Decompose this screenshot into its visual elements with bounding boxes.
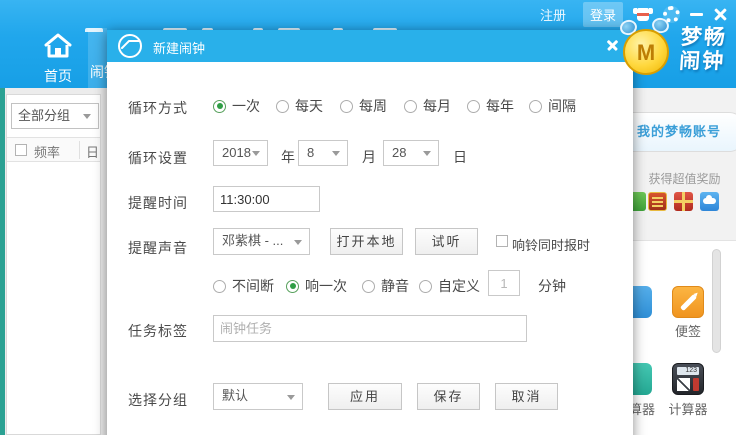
register-button[interactable]: 注册 [533, 2, 573, 27]
radio-dot [467, 100, 480, 113]
month-unit: 月 [362, 147, 376, 167]
radio-once[interactable]: 一次 [213, 96, 260, 116]
radio-monthly[interactable]: 每月 [404, 96, 451, 116]
logo-line1: 梦畅 [680, 26, 728, 50]
alarm-clock-icon [117, 33, 143, 59]
radio-dot [213, 100, 226, 113]
radio-dot [529, 100, 542, 113]
radio-dot [286, 280, 299, 293]
sound-dropdown[interactable]: 邓紫棋 - ... [213, 228, 310, 255]
right-sidebar: 我的梦畅账号 获得超值奖励 便签 123 计算器 算器 [633, 88, 736, 435]
cloud-qt-icon[interactable] [700, 192, 719, 211]
window-left-border [0, 88, 5, 435]
minutes-unit: 分钟 [538, 276, 566, 296]
day-unit: 日 [453, 147, 467, 167]
group-filter-dropdown[interactable]: 全部分组 [11, 103, 99, 129]
day-dropdown[interactable]: 28 [383, 140, 439, 166]
radio-dot [362, 280, 375, 293]
chime-checkbox[interactable] [496, 235, 508, 247]
logo-line2: 闹钟 [678, 50, 726, 74]
group-dropdown[interactable]: 默认 [213, 383, 303, 410]
group-filter-value: 全部分组 [18, 108, 70, 123]
repeat-mode-label: 循环方式 [128, 98, 188, 118]
tab-alarm-label: 闹钟 [90, 62, 107, 82]
calculator-keys [677, 378, 690, 391]
radio-daily[interactable]: 每天 [276, 96, 323, 116]
radio-ring-once[interactable]: 响一次 [286, 276, 347, 296]
dialog-title: 新建闹钟 [153, 38, 205, 57]
alarm-mascot-icon: M [618, 18, 674, 78]
calculator-display: 123 [677, 367, 699, 375]
mascot-face: M [623, 29, 669, 75]
select-all-checkbox[interactable] [15, 144, 27, 156]
radio-dot [340, 100, 353, 113]
list-header-row: 频率 日 [7, 137, 100, 162]
scrollbar-thumb[interactable] [712, 249, 721, 353]
tools-card: 便签 123 计算器 算器 [633, 240, 736, 435]
logo-text: 梦畅 闹钟 [678, 26, 727, 74]
new-alarm-dialog: 新建闹钟 循环方式 一次 每天 每周 每月 每年 [107, 30, 633, 435]
custom-minutes-input[interactable] [488, 270, 520, 296]
app-window: 注册 登录 首页 闹钟 全部分组 频率 [0, 0, 736, 435]
select-group-label: 选择分组 [128, 390, 188, 410]
chevron-down-icon [287, 395, 295, 400]
preview-button[interactable]: 试听 [415, 228, 478, 255]
column-date: 日 [86, 142, 99, 161]
column-frequency: 频率 [34, 142, 60, 161]
chevron-down-icon [294, 240, 302, 245]
radio-dot [419, 280, 432, 293]
column-divider [79, 141, 80, 159]
alarm-list-panel: 全部分组 频率 日 [6, 94, 101, 435]
year-dropdown[interactable]: 2018 [213, 140, 268, 166]
calculator-icon[interactable]: 123 [672, 363, 704, 395]
home-icon [43, 32, 73, 58]
pencil-icon [680, 294, 697, 311]
chevron-down-icon [332, 151, 340, 156]
remind-sound-label: 提醒声音 [128, 238, 188, 258]
tab-home-label: 首页 [28, 66, 88, 86]
dialog-header: 新建闹钟 [107, 30, 633, 62]
remind-time-input[interactable] [213, 186, 320, 212]
cancel-button[interactable]: 取消 [495, 383, 558, 410]
chevron-down-icon [423, 151, 431, 156]
month-dropdown[interactable]: 8 [298, 140, 348, 166]
radio-custom[interactable]: 自定义 [419, 276, 480, 296]
tab-alarm-partial[interactable]: 闹钟 [88, 28, 107, 88]
radio-dot [276, 100, 289, 113]
tab-home[interactable]: 首页 [28, 32, 88, 84]
minimize-button[interactable] [690, 13, 703, 16]
radio-weekly[interactable]: 每周 [340, 96, 387, 116]
notes-icon[interactable] [672, 286, 704, 318]
radio-interval[interactable]: 间隔 [529, 96, 576, 116]
year-unit: 年 [281, 147, 295, 167]
save-button[interactable]: 保存 [417, 383, 480, 410]
notes-label: 便签 [658, 321, 718, 340]
remind-time-label: 提醒时间 [128, 193, 188, 213]
radio-yearly[interactable]: 每年 [467, 96, 514, 116]
reward-text: 获得超值奖励 [633, 170, 736, 187]
radio-dot [404, 100, 417, 113]
task-name-input[interactable] [213, 315, 527, 342]
open-local-button[interactable]: 打开本地 [330, 228, 403, 255]
radio-dot [213, 280, 226, 293]
chime-label: 响铃同时报时 [512, 235, 590, 254]
task-label: 任务标签 [128, 321, 188, 341]
calculator-red-key [693, 378, 699, 391]
radio-mute[interactable]: 静音 [362, 276, 409, 296]
calculator-label: 计算器 [658, 399, 718, 418]
login-button[interactable]: 登录 [583, 2, 623, 27]
repeat-setting-label: 循环设置 [128, 148, 188, 168]
radio-continuous[interactable]: 不间断 [213, 276, 274, 296]
gift-icon[interactable] [674, 192, 693, 211]
app-logo: M 梦畅 闹钟 [618, 18, 726, 78]
apply-button[interactable]: 应用 [328, 383, 402, 410]
chevron-down-icon [252, 151, 260, 156]
lottery-icon[interactable] [648, 192, 667, 211]
chevron-down-icon [83, 114, 91, 119]
